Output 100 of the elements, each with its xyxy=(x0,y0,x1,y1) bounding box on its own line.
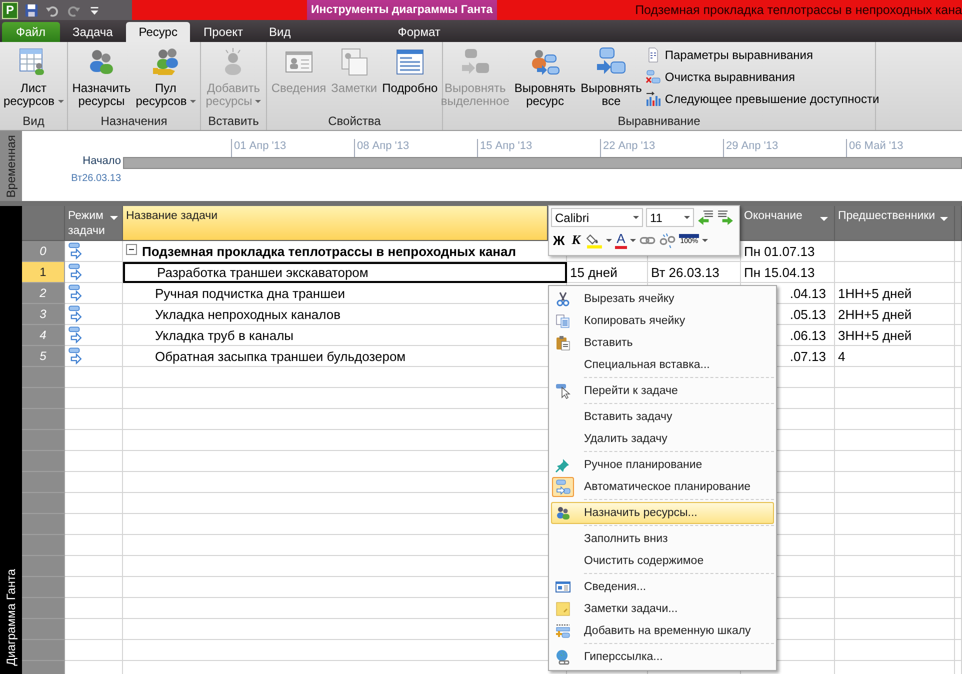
row-number[interactable] xyxy=(22,409,65,430)
save-icon[interactable] xyxy=(24,2,39,18)
menu-item[interactable]: Заметки задачи... xyxy=(551,598,774,620)
selected-cell[interactable]: Разработка траншеи экскаватором xyxy=(123,262,567,283)
boxes-cross-icon xyxy=(644,69,661,85)
dropdown-arrow-icon xyxy=(110,216,118,220)
timeline-start-date: Вт26.03.13 xyxy=(71,173,121,184)
ribbon-tab[interactable]: Задача xyxy=(60,22,126,42)
column-header[interactable]: Предшественники xyxy=(835,206,955,241)
unlink-icon[interactable] xyxy=(659,232,676,248)
row-number[interactable] xyxy=(22,556,65,577)
row-number[interactable] xyxy=(22,493,65,514)
menu-item[interactable]: Назначить ресурсы... xyxy=(551,502,774,524)
timeline-start-label: Начало xyxy=(82,155,121,167)
column-header[interactable]: Название задачи xyxy=(123,206,548,241)
ribbon-tab[interactable]: Проект xyxy=(190,22,256,42)
menu-item[interactable]: Удалить задачу xyxy=(551,428,774,450)
menu-item[interactable]: Очистить содержимое xyxy=(551,550,774,572)
column-header[interactable]: Окончание xyxy=(741,206,835,241)
row-number[interactable] xyxy=(22,514,65,535)
menu-item[interactable]: Гиперссылка... xyxy=(551,646,774,668)
table-cell: Пн 01.07.13 xyxy=(741,241,835,262)
ribbon-button[interactable]: Пул ресурсов xyxy=(134,44,198,114)
row-number[interactable] xyxy=(22,619,65,640)
task-name: Укладка труб в каналы xyxy=(154,328,294,342)
menu-item[interactable]: Добавить на временную шкалу xyxy=(551,620,774,642)
sticky-note-icon xyxy=(555,601,571,617)
column-header[interactable] xyxy=(955,206,962,241)
ribbon-button[interactable]: Очистка выравнивания xyxy=(644,68,880,86)
indent-icon[interactable] xyxy=(717,209,734,226)
copy-icon xyxy=(555,313,571,329)
outdent-icon[interactable] xyxy=(697,209,714,226)
font-color-button[interactable]: А xyxy=(614,231,628,249)
table-cell: 3НН+5 дней xyxy=(835,325,955,346)
timeline-add-icon xyxy=(555,623,571,639)
info-card-icon xyxy=(555,579,571,595)
bold-button[interactable]: Ж xyxy=(551,231,567,249)
dropdown-arrow-icon xyxy=(702,238,708,242)
menu-item[interactable]: Вставить задачу xyxy=(551,406,774,428)
table-cell: 4 xyxy=(835,346,955,367)
row-number[interactable] xyxy=(22,577,65,598)
view-label: Диаграмма Ганта xyxy=(4,569,18,666)
menu-item[interactable]: Заполнить вниз xyxy=(551,528,774,550)
ribbon-button[interactable]: Назначить ресурсы xyxy=(70,44,133,114)
dropdown-arrow-icon xyxy=(633,216,639,219)
ribbon-tab[interactable]: Ресурс xyxy=(126,22,190,42)
menu-item[interactable]: Ручное планирование xyxy=(551,454,774,476)
row-number[interactable] xyxy=(22,598,65,619)
clipboard-icon xyxy=(555,335,571,351)
dropdown-arrow-icon xyxy=(940,217,948,221)
table-cell: 15 дней xyxy=(567,262,648,283)
table-cell: Пн 15.04.13 xyxy=(741,262,835,283)
row-number[interactable] xyxy=(22,640,65,661)
table-cell: 1НН+5 дней xyxy=(835,283,955,304)
globe-link-icon xyxy=(555,649,571,665)
row-number[interactable] xyxy=(22,388,65,409)
scissors-icon xyxy=(555,291,571,307)
row-number[interactable] xyxy=(22,367,65,388)
ribbon-button[interactable]: Выровнять все xyxy=(578,44,644,114)
ribbon-button[interactable]: Параметры выравнивания xyxy=(644,46,880,64)
fill-color-icon[interactable] xyxy=(586,232,603,248)
table-cell: 2НН+5 дней xyxy=(835,304,955,325)
group-label: Свойства xyxy=(327,114,382,130)
font-field[interactable]: Calibri xyxy=(551,208,643,227)
ribbon-button[interactable]: Подробно xyxy=(380,44,440,114)
select-all-corner[interactable] xyxy=(22,206,65,241)
row-number[interactable] xyxy=(22,535,65,556)
dropdown-arrow-icon xyxy=(684,216,690,219)
pin-icon xyxy=(555,457,571,473)
bar-chart-icon xyxy=(644,91,661,107)
ribbon-button[interactable]: Выровнять ресурс xyxy=(512,44,578,114)
context-tab-header: Инструменты диаграммы Ганта xyxy=(307,0,497,20)
dropdown-arrow-icon xyxy=(820,217,828,221)
italic-button[interactable]: К xyxy=(570,231,583,249)
menu-item[interactable]: Автоматическое планирование xyxy=(551,476,774,498)
ribbon-button[interactable]: Лист ресурсов xyxy=(1,44,66,114)
ribbon-button[interactable]: Следующее превышение доступности xyxy=(644,90,880,108)
window-title: Подземная прокладка теплотрассы в непроходных кана xyxy=(635,2,962,19)
row-number[interactable]: 1 xyxy=(22,262,65,283)
task-name: Разработка траншеи экскаватором xyxy=(156,265,368,280)
dropdown-arrow-icon xyxy=(606,238,612,242)
row-number[interactable] xyxy=(22,472,65,493)
app-logo: P xyxy=(2,2,18,18)
menu-item[interactable]: Перейти к задаче xyxy=(551,380,774,402)
dropdown-arrow-icon xyxy=(630,238,636,242)
view-label: Временная xyxy=(4,134,18,198)
row-number[interactable] xyxy=(22,430,65,451)
collapse-toggle[interactable] xyxy=(126,244,137,255)
pointer-icon xyxy=(555,383,571,399)
row-number[interactable] xyxy=(22,451,65,472)
group-label: Вид xyxy=(22,114,46,130)
group-label: Назначения xyxy=(100,114,168,130)
file-tab[interactable]: Файл xyxy=(2,22,60,42)
task-name: Укладка непроходных каналов xyxy=(154,306,340,322)
ribbon-tab[interactable]: Формат xyxy=(336,22,506,42)
group-label: Выравнивание xyxy=(616,114,702,130)
people-icon xyxy=(555,505,571,521)
font-size-field[interactable]: 11 xyxy=(646,208,694,227)
ribbon-tab[interactable]: Вид xyxy=(256,22,304,42)
menu-item[interactable]: Сведения... xyxy=(551,576,774,598)
